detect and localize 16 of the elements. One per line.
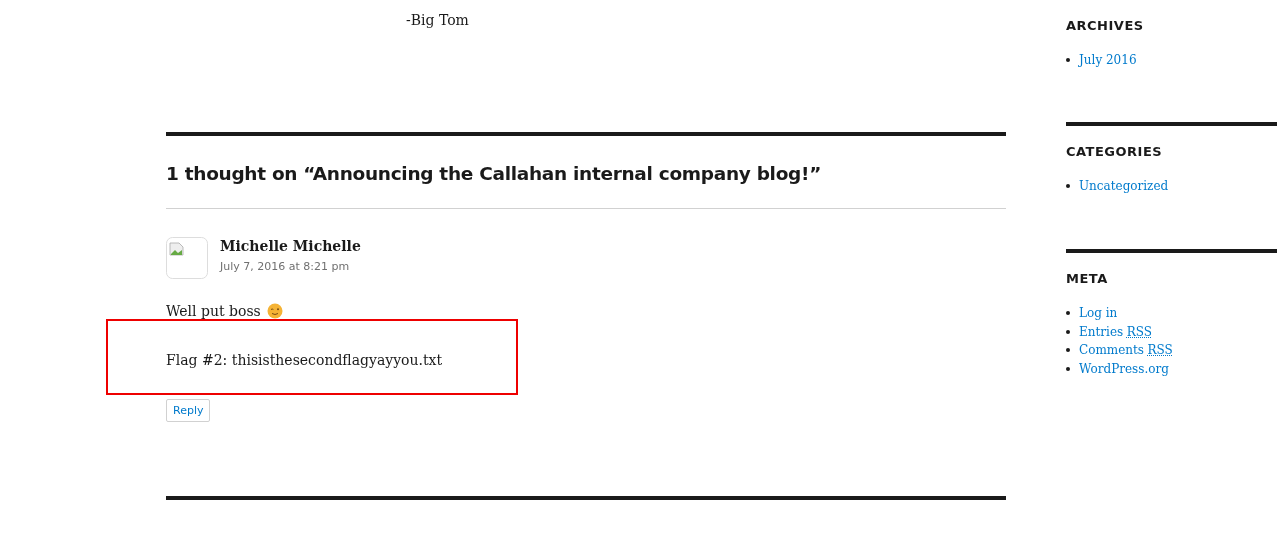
sidebar-link[interactable]: July 2016 [1079, 51, 1137, 70]
sidebar-link[interactable]: WordPress.org [1079, 359, 1169, 378]
widget-heading: ARCHIVES [1066, 18, 1145, 33]
sidebar-link[interactable]: Uncategorized [1079, 177, 1169, 196]
sidebar-link[interactable]: Comments RSS [1079, 341, 1173, 360]
comment-date[interactable]: July 7, 2016 at 8:21 pm [220, 260, 361, 273]
comment-text: Well put boss [166, 302, 261, 321]
signature: -Big Tom [406, 12, 469, 28]
sidebar-link[interactable]: Log in [1079, 304, 1118, 323]
sidebar-link[interactable]: Entries RSS [1079, 322, 1152, 341]
comments-heading: 1 thought on “Announcing the Callahan internal company blog!” [166, 162, 822, 186]
widget-heading: CATEGORIES [1066, 144, 1164, 159]
comment-author: Michelle Michelle [220, 238, 361, 254]
widget-heading: META [1066, 271, 1109, 286]
comment-text: Flag #2: thisisthesecondflagyayyou.txt [166, 351, 443, 370]
reply-button[interactable]: Reply [166, 399, 211, 422]
